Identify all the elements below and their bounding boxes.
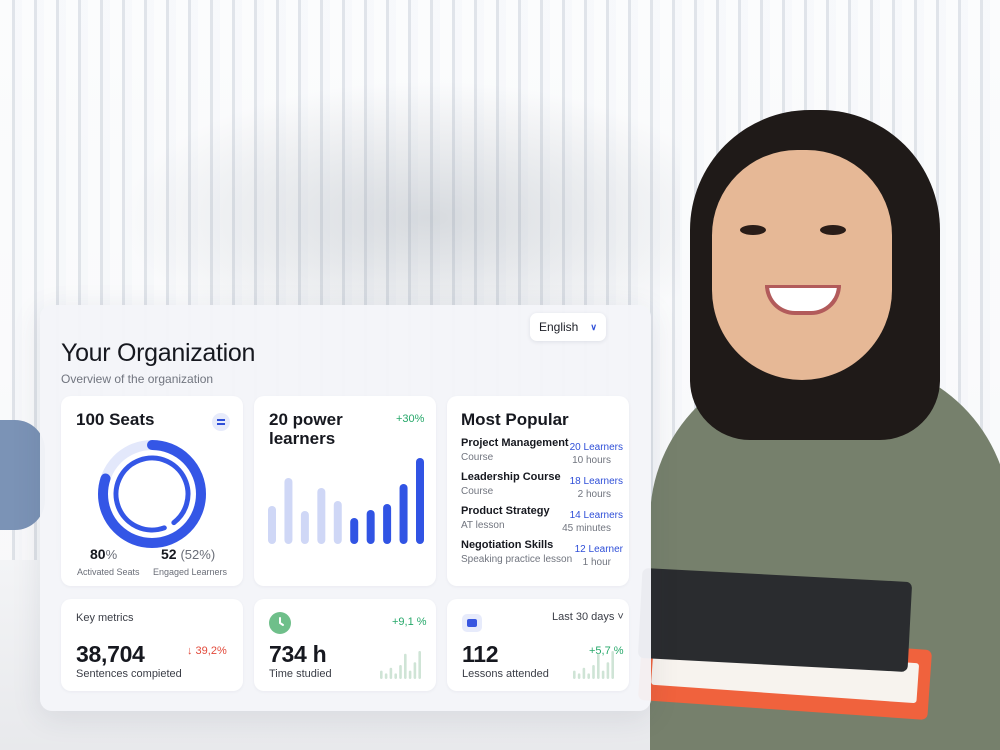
menu-icon[interactable] [212,413,230,431]
lessons-attended-value: 112 [462,641,499,667]
time-studied-card: +9,1 % 734 h Time studied [254,599,436,691]
lessons-attended-caption: Lessons attended [462,668,549,680]
spark-bar [413,662,417,679]
power-bar [333,501,342,544]
power-learners-bar-chart [268,458,424,544]
language-select[interactable]: English ∨ [530,313,606,341]
power-bar [317,488,326,544]
spark-bar [394,673,397,679]
lesson-icon [462,614,482,632]
power-bar [284,478,293,544]
list-item[interactable]: Negotiation Skills Speaking practice les… [461,539,623,571]
left-person-arm [0,420,45,530]
spark-bar [582,667,586,679]
spark-bar [384,673,388,679]
power-bar [350,518,359,544]
power-bar [268,506,276,544]
seats-title: 100 Seats [76,410,155,429]
seats-ring-chart [98,440,206,548]
organization-dashboard: English ∨ Your Organization Overview of … [40,305,651,711]
period-select[interactable]: Last 30 days ˅ [552,611,624,623]
engaged-learners-label: Engaged Learners [153,567,228,577]
black-notebook [637,567,913,673]
power-bar [366,510,375,544]
chevron-down-icon: ∨ [590,321,597,332]
power-bar [300,511,309,544]
list-item[interactable]: Leadership Course Course 18 Learners 2 h… [461,471,623,503]
spark-bar [597,653,600,679]
activated-seats-stat: 80% [90,546,118,562]
page-title: Your Organization [61,339,256,367]
spark-bar [399,665,402,679]
spark-bar [587,673,590,679]
key-metrics-label: Key metrics [76,612,134,624]
clock-icon [269,612,291,634]
power-bar [383,504,392,544]
page-subtitle: Overview of the organization [61,372,214,386]
spark-bar [389,667,393,679]
spark-bar [601,670,605,679]
lessons-attended-card: Last 30 days ˅ 112 +5,7 % Lessons attend… [447,599,629,691]
spark-bar [404,653,407,679]
sentences-value: 38,704 [76,641,145,667]
spark-bar [418,651,421,679]
spark-bar [408,670,412,679]
seats-card: 100 Seats 80% Activated Seats 52 (52%) E… [61,396,243,586]
lessons-attended-sparkline [573,651,614,679]
spark-bar [606,662,610,679]
key-metrics-card: Key metrics 38,704 ↓ 39,2% Sentences com… [61,599,243,691]
sentences-change: ↓ 39,2% [187,645,227,657]
spark-bar [592,665,595,679]
spark-bar [577,673,581,679]
spark-bar [380,670,383,679]
time-studied-sparkline [380,651,421,679]
spark-bar [573,670,576,679]
list-item[interactable]: Project Management Course 20 Learners 10… [461,437,623,469]
engaged-learners-stat: 52 (52%) [161,546,216,562]
spark-bar [611,651,614,679]
activated-seats-label: Activated Seats [77,567,140,577]
language-value: English [539,320,579,334]
list-item[interactable]: Product Strategy AT lesson 14 Learners 4… [461,505,623,537]
power-learners-change: +30% [396,413,425,425]
power-bar [399,484,408,544]
window-shadow [120,80,680,310]
sentences-caption: Sentences compieted [76,668,182,680]
time-studied-change: +9,1 % [392,616,427,628]
most-popular-title: Most Popular [461,410,569,429]
most-popular-card: Most Popular Project Management Course 2… [447,396,629,586]
power-bar [416,458,424,544]
time-studied-value: 734 h [269,641,327,667]
power-learners-title: 20 power learners [269,410,343,448]
time-studied-caption: Time studied [269,668,332,680]
power-learners-card: 20 power learners +30% [254,396,436,586]
